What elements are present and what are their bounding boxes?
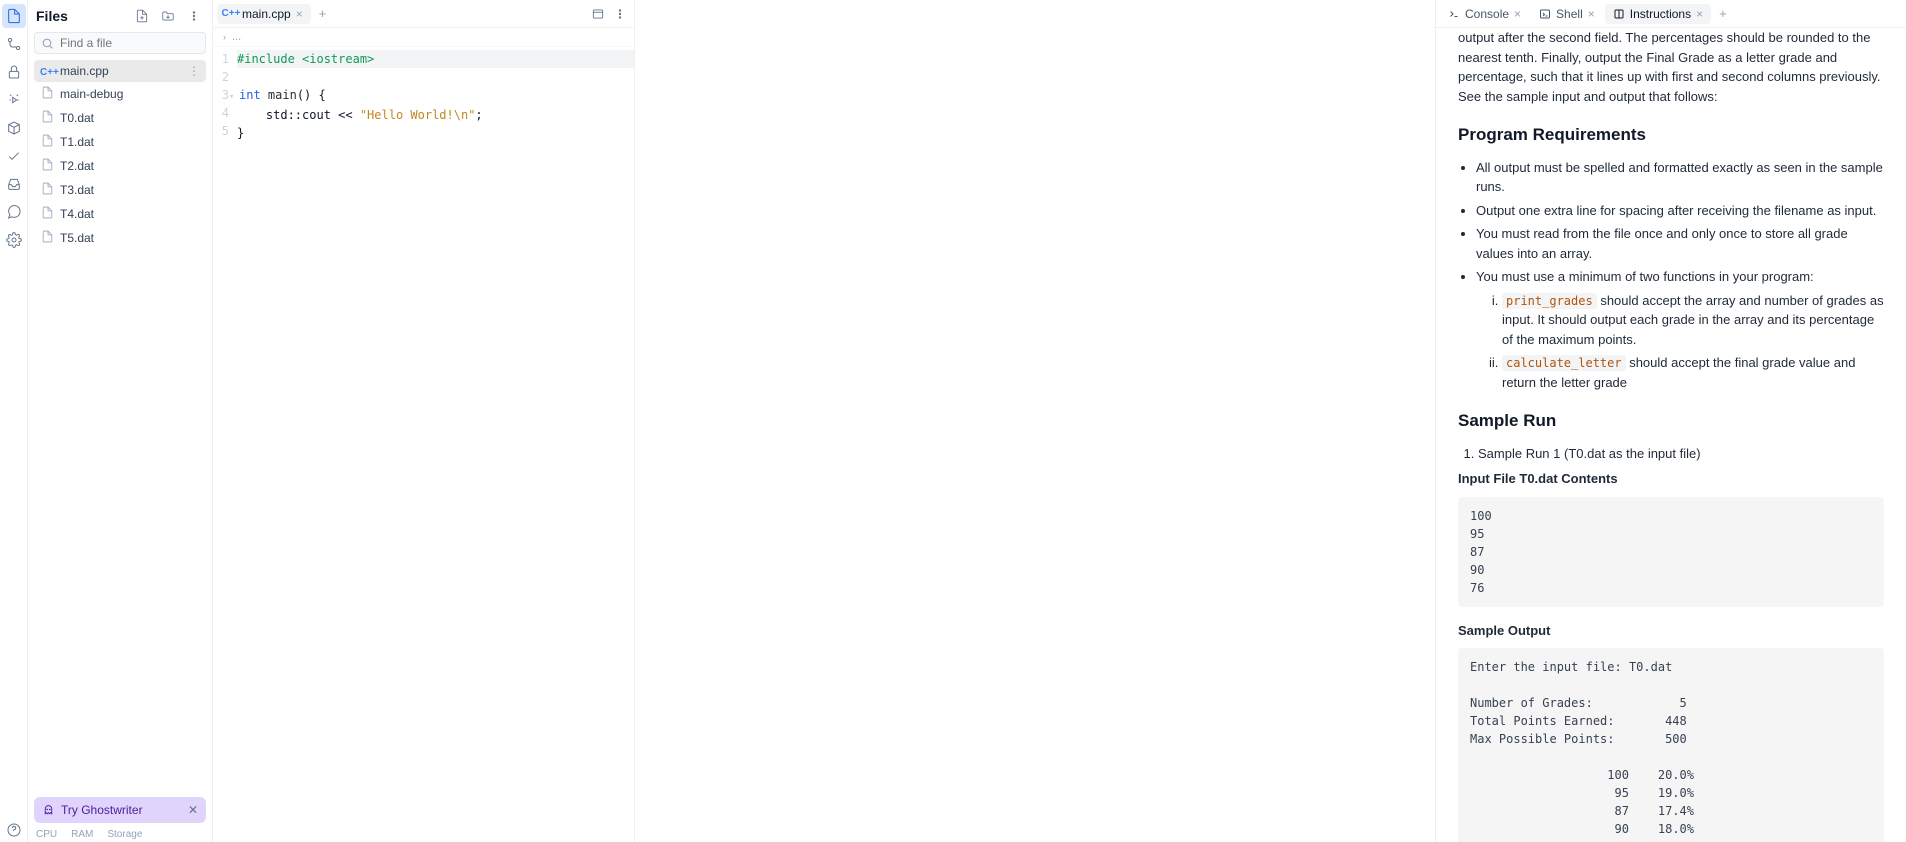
document-icon <box>40 158 54 174</box>
file-item[interactable]: T5.dat⋮ <box>34 226 206 250</box>
input-file-heading: Input File T0.dat Contents <box>1458 469 1884 489</box>
file-name: main-debug <box>60 87 123 101</box>
editor-column: C++ main.cpp × + › ... 12345 #include <i… <box>213 0 635 842</box>
ghost-icon <box>42 804 55 817</box>
rail-chat-icon[interactable] <box>2 200 26 224</box>
instructions-icon <box>1613 8 1625 20</box>
sample-output-heading: Sample Output <box>1458 621 1884 641</box>
requirements-heading: Program Requirements <box>1458 122 1884 148</box>
new-file-icon[interactable] <box>132 6 152 26</box>
sample-run-heading: Sample Run <box>1458 408 1884 434</box>
ghostwriter-banner[interactable]: Try Ghostwriter ✕ <box>34 797 206 823</box>
rail-debug-icon[interactable] <box>2 88 26 112</box>
file-menu-icon[interactable]: ⋮ <box>188 64 200 78</box>
file-item[interactable]: C++ main.cpp ⋮ <box>34 60 206 82</box>
rail-settings-icon[interactable] <box>2 228 26 252</box>
instructions-content[interactable]: output after the second field. The perce… <box>1436 28 1906 842</box>
search-icon <box>41 37 54 50</box>
rail-package-icon[interactable] <box>2 116 26 140</box>
new-tab-icon[interactable]: + <box>1713 4 1733 23</box>
editor-layout-icon[interactable] <box>588 4 608 24</box>
tab-shell[interactable]: Shell × <box>1531 4 1603 24</box>
sample-output-block: Enter the input file: T0.dat Number of G… <box>1458 648 1884 842</box>
file-item[interactable]: T2.dat⋮ <box>34 154 206 178</box>
stat-ram: RAM <box>71 829 93 840</box>
tab-close-icon[interactable]: × <box>1514 7 1521 21</box>
output-panel <box>635 0 1436 842</box>
stat-storage: Storage <box>107 829 142 840</box>
document-icon <box>40 110 54 126</box>
new-folder-icon[interactable] <box>158 6 178 26</box>
ghostwriter-label: Try Ghostwriter <box>61 803 143 817</box>
rail-inbox-icon[interactable] <box>2 172 26 196</box>
rail-help-icon[interactable] <box>2 818 26 842</box>
line-gutter: 12345 <box>213 50 237 842</box>
new-tab-icon[interactable]: + <box>313 4 333 23</box>
cpp-file-icon: C++ <box>40 64 54 78</box>
tab-close-icon[interactable]: × <box>1696 7 1703 21</box>
resource-stats: CPU RAM Storage <box>28 829 212 842</box>
document-icon <box>40 134 54 150</box>
file-name: T4.dat <box>60 207 94 221</box>
tab-close-icon[interactable]: × <box>296 7 303 21</box>
file-item[interactable]: main-debug⋮ <box>34 82 206 106</box>
file-search-input[interactable] <box>60 36 215 50</box>
shell-icon <box>1539 8 1551 20</box>
file-item[interactable]: T4.dat⋮ <box>34 202 206 226</box>
file-search[interactable] <box>34 32 206 54</box>
file-item[interactable]: T0.dat⋮ <box>34 106 206 130</box>
document-icon <box>40 230 54 246</box>
intro-paragraph: output after the second field. The perce… <box>1458 28 1884 106</box>
ghostwriter-close-icon[interactable]: ✕ <box>188 803 198 817</box>
file-name: T5.dat <box>60 231 94 245</box>
rail-files-icon[interactable] <box>2 4 26 28</box>
rail-check-icon[interactable] <box>2 144 26 168</box>
file-name: T0.dat <box>60 111 94 125</box>
nav-rail <box>0 0 28 842</box>
file-item[interactable]: T1.dat⋮ <box>34 130 206 154</box>
document-icon <box>40 206 54 222</box>
editor-tab-bar: C++ main.cpp × + <box>213 0 634 28</box>
code-editor[interactable]: 12345 #include <iostream> ▾int main() { … <box>213 47 634 842</box>
file-name: T3.dat <box>60 183 94 197</box>
stat-cpu: CPU <box>36 829 57 840</box>
requirements-list: All output must be spelled and formatted… <box>1458 158 1884 393</box>
editor-menu-icon[interactable] <box>610 4 630 24</box>
console-icon <box>1448 8 1460 20</box>
code-content[interactable]: #include <iostream> ▾int main() { std::c… <box>237 50 634 842</box>
right-column: Console × Shell × Instructions × + outpu… <box>1436 0 1906 842</box>
tab-close-icon[interactable]: × <box>1588 7 1595 21</box>
tab-instructions[interactable]: Instructions × <box>1605 4 1711 24</box>
file-list: C++main.cpp⋮main-debug⋮T0.dat⋮T1.dat⋮T2.… <box>28 60 212 791</box>
cpp-file-icon: C++ <box>225 8 237 20</box>
files-menu-icon[interactable] <box>184 6 204 26</box>
editor-tab-main[interactable]: C++ main.cpp × <box>217 4 311 24</box>
tab-console[interactable]: Console × <box>1440 4 1529 24</box>
rail-git-icon[interactable] <box>2 32 26 56</box>
sample-run-list: Sample Run 1 (T0.dat as the input file) <box>1458 444 1884 464</box>
file-name: T1.dat <box>60 135 94 149</box>
file-item[interactable]: T3.dat⋮ <box>34 178 206 202</box>
right-tab-bar: Console × Shell × Instructions × + <box>1436 0 1906 28</box>
document-icon <box>40 182 54 198</box>
files-panel: Files C++main.cpp⋮main-debug⋮T0.dat⋮T1.d… <box>28 0 213 842</box>
file-name: main.cpp <box>60 64 109 78</box>
rail-lock-icon[interactable] <box>2 60 26 84</box>
files-panel-title: Files <box>36 8 126 24</box>
file-name: T2.dat <box>60 159 94 173</box>
editor-tab-label: main.cpp <box>242 7 291 21</box>
input-file-block: 100 95 87 90 76 <box>1458 497 1884 607</box>
breadcrumb[interactable]: › ... <box>213 28 634 47</box>
document-icon <box>40 86 54 102</box>
